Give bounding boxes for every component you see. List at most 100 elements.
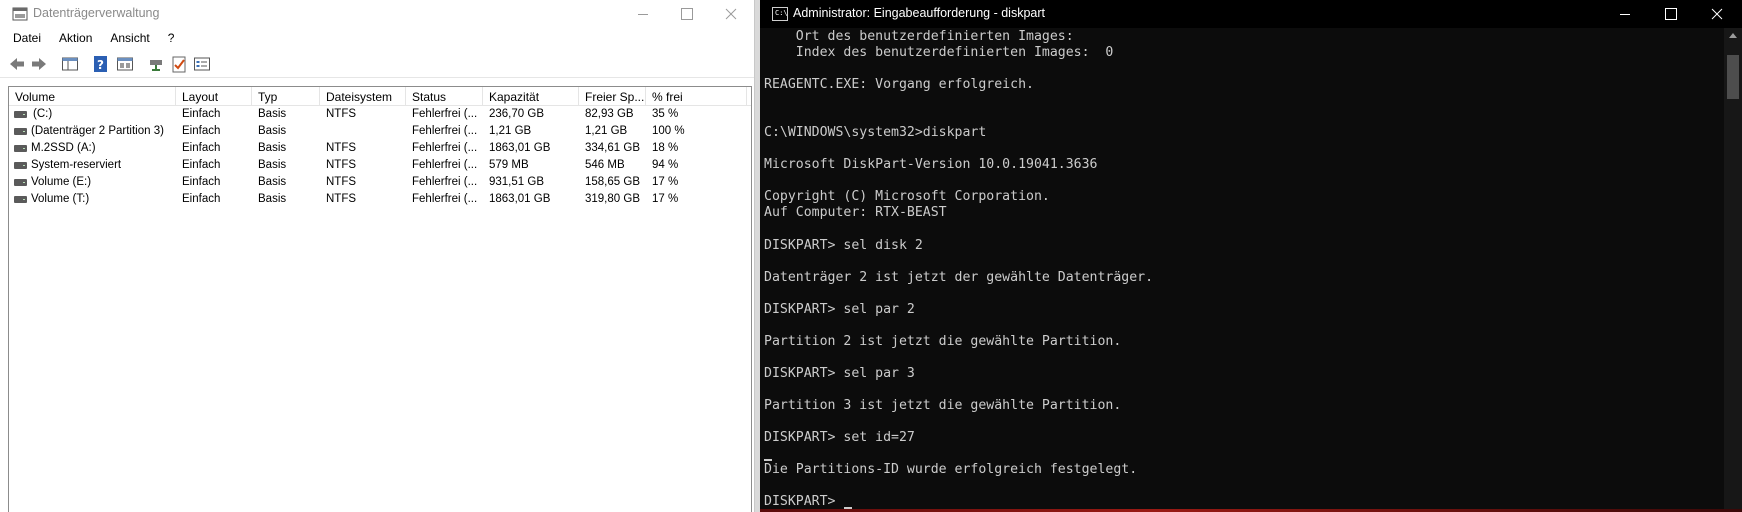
column-header-kapazitaet[interactable]: Kapazität: [483, 87, 579, 106]
cell-volume: Volume (T:): [9, 191, 176, 208]
cell-typ: Basis: [258, 176, 287, 188]
cell-typ: Basis: [258, 193, 287, 205]
cell-layout: Einfach: [182, 193, 221, 205]
settings-list-icon[interactable]: [193, 55, 211, 73]
console-line: REAGENTC.EXE: Vorgang erfolgreich.: [764, 77, 1034, 93]
volume-list-header: Volume Layout Typ Dateisystem Status Kap…: [9, 87, 751, 106]
table-row[interactable]: (C:) Einfach Basis NTFS Fehlerfrei (... 236,7…: [9, 106, 751, 123]
cell-dateisystem: NTFS: [326, 176, 357, 188]
console-line: Auf Computer: RTX-BEAST: [764, 205, 947, 221]
table-row[interactable]: Volume (E:) Einfach Basis NTFS Fehlerfrei (.…: [9, 174, 751, 191]
cell-freier-speicher: 82,93 GB: [585, 108, 634, 120]
connect-disk-icon[interactable]: [148, 55, 166, 73]
menu-bar: Datei Aktion Ansicht ?: [0, 28, 754, 50]
close-icon: [1711, 8, 1723, 20]
cell-freier-speicher: 158,65 GB: [585, 176, 640, 188]
cell-volume: Volume (E:): [9, 174, 176, 191]
back-icon[interactable]: [8, 55, 26, 73]
forward-icon[interactable]: [30, 55, 48, 73]
column-header-dateisystem[interactable]: Dateisystem: [320, 87, 406, 106]
cell-layout: Einfach: [182, 159, 221, 171]
column-header-layout[interactable]: Layout: [176, 87, 252, 106]
cell-dateisystem: [320, 123, 406, 140]
console-output[interactable]: Ort des benutzerdefinierten Images: Inde…: [764, 29, 1720, 512]
properties-icon[interactable]: [116, 55, 134, 73]
console-scrollbar[interactable]: [1724, 28, 1742, 512]
cell-kapazitaet: 931,51 GB: [489, 176, 544, 188]
cell-kapazitaet: 579 MB: [489, 159, 529, 171]
command-prompt-title: Administrator: Eingabeaufforderung - dis…: [793, 6, 1045, 20]
cell-volume: System-reserviert: [9, 157, 176, 174]
cell-kapazitaet: 1863,01 GB: [489, 193, 551, 205]
cell-status: Fehlerfrei (...: [412, 176, 478, 188]
console-line: Microsoft DiskPart-Version 10.0.19041.36…: [764, 157, 1098, 173]
cell-dateisystem: NTFS: [326, 142, 357, 154]
cell-dateisystem: NTFS: [326, 193, 357, 205]
menu-aktion[interactable]: Aktion: [50, 28, 101, 50]
cell-volume: M.2SSD (A:): [9, 140, 176, 157]
console-line: Copyright (C) Microsoft Corporation.: [764, 189, 1050, 205]
console-line: DISKPART> sel par 2: [764, 301, 915, 317]
maximize-button[interactable]: [664, 0, 710, 28]
menu-ansicht[interactable]: Ansicht: [101, 28, 158, 50]
cell-typ: Basis: [258, 159, 287, 171]
cell-dateisystem: NTFS: [326, 159, 357, 171]
disk-management-app-icon: [12, 7, 28, 21]
console-line: Datenträger 2 ist jetzt der gewählte Dat…: [764, 269, 1154, 285]
cell-freier-speicher: 334,61 GB: [585, 142, 640, 154]
checklist-icon[interactable]: [170, 55, 188, 73]
scrollbar-thumb[interactable]: [1727, 55, 1739, 99]
command-prompt-icon: C:\: [772, 7, 788, 21]
cell-layout: Einfach: [182, 125, 221, 137]
window-title: Datenträgerverwaltung: [33, 6, 160, 20]
cell-prozent-frei: 17 %: [652, 193, 679, 205]
scroll-up-icon[interactable]: [1729, 33, 1737, 38]
cell-layout: Einfach: [182, 176, 221, 188]
console-line: DISKPART>: [764, 494, 844, 510]
drive-icon: [14, 196, 27, 203]
drive-icon: [14, 128, 27, 135]
console-line: Ort des benutzerdefinierten Images:: [764, 29, 1074, 44]
disk-management-titlebar[interactable]: Datenträgerverwaltung: [0, 0, 754, 28]
command-prompt-titlebar[interactable]: C:\ Administrator: Eingabeaufforderung -…: [760, 0, 1742, 28]
command-prompt-window: C:\ Administrator: Eingabeaufforderung -…: [760, 0, 1742, 512]
console-line: DISKPART> sel disk 2: [764, 237, 923, 253]
drive-icon: [14, 179, 27, 186]
cell-freier-speicher: 319,80 GB: [585, 193, 640, 205]
console-line: C:\WINDOWS\system32>diskpart: [764, 125, 987, 141]
cell-volume: (Datenträger 2 Partition 3): [9, 123, 176, 140]
cell-status: Fehlerfrei (...: [412, 193, 478, 205]
cell-freier-speicher: 546 MB: [585, 159, 625, 171]
menu-datei[interactable]: Datei: [4, 28, 50, 50]
console-line: Partition 3 ist jetzt die gewählte Parti…: [764, 397, 1122, 413]
cell-status: Fehlerfrei (...: [412, 125, 478, 137]
minimize-button[interactable]: [620, 0, 666, 28]
close-icon: [725, 8, 737, 20]
cell-prozent-frei: 17 %: [652, 176, 679, 188]
console-tree-icon[interactable]: [61, 55, 79, 73]
column-header-freier-speicher[interactable]: Freier Sp...: [579, 87, 646, 106]
console-line: Partition 2 ist jetzt die gewählte Parti…: [764, 333, 1122, 349]
cmd-maximize-button[interactable]: [1648, 0, 1694, 28]
cell-kapazitaet: 236,70 GB: [489, 108, 544, 120]
column-header-prozent-frei[interactable]: % frei: [646, 87, 747, 106]
column-header-typ[interactable]: Typ: [252, 87, 320, 106]
table-row[interactable]: System-reserviert Einfach Basis NTFS Fehlerf…: [9, 157, 751, 174]
drive-icon: [14, 145, 27, 152]
help-icon[interactable]: ?: [92, 55, 110, 73]
cmd-minimize-button[interactable]: [1602, 0, 1648, 28]
cell-kapazitaet: 1863,01 GB: [489, 142, 551, 154]
table-row[interactable]: M.2SSD (A:) Einfach Basis NTFS Fehlerfrei (.…: [9, 140, 751, 157]
volume-list[interactable]: Volume Layout Typ Dateisystem Status Kap…: [8, 86, 752, 512]
table-row[interactable]: Volume (T:) Einfach Basis NTFS Fehlerfrei (.…: [9, 191, 751, 208]
cell-dateisystem: NTFS: [326, 108, 357, 120]
column-header-status[interactable]: Status: [406, 87, 483, 106]
cell-typ: Basis: [258, 125, 287, 137]
cell-prozent-frei: 18 %: [652, 142, 679, 154]
menu-help[interactable]: ?: [159, 28, 184, 50]
table-row[interactable]: (Datenträger 2 Partition 3) Einfach Basis F…: [9, 123, 751, 140]
column-header-volume[interactable]: Volume: [9, 87, 176, 106]
cmd-close-button[interactable]: [1694, 0, 1740, 28]
cell-freier-speicher: 1,21 GB: [585, 125, 628, 137]
close-button[interactable]: [708, 0, 754, 28]
